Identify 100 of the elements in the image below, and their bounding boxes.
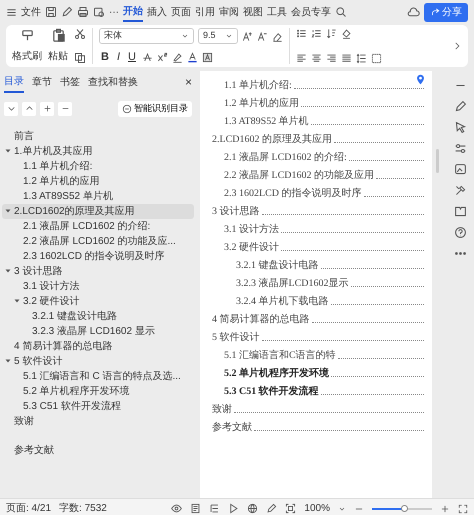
shading-icon[interactable] <box>202 52 213 62</box>
align-center-icon[interactable] <box>311 53 322 64</box>
outline-item[interactable]: 致谢 <box>2 414 194 428</box>
toc-entry[interactable]: 5.1 汇编语言和C语言的特 <box>224 348 336 362</box>
outline-item[interactable]: 1.单片机及其应用 <box>2 144 194 158</box>
numbered-list-icon[interactable] <box>311 28 322 39</box>
cursor-icon[interactable] <box>454 121 466 134</box>
location-pin-icon[interactable] <box>415 74 426 85</box>
line-spacing-icon[interactable] <box>356 53 367 64</box>
bullet-list-icon[interactable] <box>296 28 307 39</box>
expand-button[interactable] <box>22 102 36 116</box>
justify-icon[interactable] <box>341 53 352 64</box>
toc-entry[interactable]: 参考文献 <box>212 420 252 434</box>
remove-button[interactable] <box>58 102 72 116</box>
toc-entry[interactable]: 3 设计思路 <box>212 204 260 218</box>
ribbon-tab[interactable]: 插入 <box>147 4 167 20</box>
toc-entry[interactable]: 1.3 AT89S52 单片机 <box>224 114 309 128</box>
search-icon[interactable] <box>335 6 347 18</box>
tools-icon[interactable] <box>454 184 466 197</box>
globe-icon[interactable] <box>247 503 258 514</box>
eraser-icon[interactable] <box>272 30 283 42</box>
ribbon-tab[interactable]: 引用 <box>195 4 215 20</box>
outline-item[interactable]: 5.1 汇编语言和 C 语言的特点及选... <box>2 368 194 384</box>
pen-icon[interactable] <box>61 6 73 18</box>
font-size-field[interactable]: 9.5 <box>198 28 238 44</box>
toc-entry[interactable]: 3.2.3 液晶屏LCD1602显示 <box>236 276 348 290</box>
print-preview-icon[interactable] <box>93 6 105 18</box>
outline-item[interactable]: 3.2 硬件设计 <box>2 294 194 308</box>
border-icon[interactable] <box>371 53 382 64</box>
outline-item[interactable]: 前言 <box>2 128 194 144</box>
bold-button[interactable]: B <box>99 50 111 64</box>
outline-view-icon[interactable] <box>209 503 220 514</box>
collapse-button[interactable] <box>4 102 18 116</box>
ribbon-tab[interactable]: 视图 <box>243 4 263 20</box>
grow-font-icon[interactable] <box>242 30 253 42</box>
outline-item[interactable]: 2.1 液晶屏 LCD1602 的介绍: <box>2 218 194 234</box>
align-right-icon[interactable] <box>326 53 337 64</box>
cut-icon[interactable] <box>74 28 86 40</box>
smart-toc-button[interactable]: 智能识别目录 <box>118 101 192 116</box>
share-button[interactable]: 分享 <box>424 2 468 22</box>
fit-page-icon[interactable] <box>285 503 296 514</box>
fill-icon[interactable] <box>341 28 352 39</box>
cloud-icon[interactable] <box>407 6 420 18</box>
caret-icon[interactable] <box>4 207 12 215</box>
outline-item[interactable]: 参考文献 <box>2 442 194 458</box>
toc-entry[interactable]: 3.2.1 键盘设计电路 <box>236 258 318 272</box>
play-icon[interactable] <box>228 503 240 514</box>
align-left-icon[interactable] <box>296 53 307 64</box>
toc-entry[interactable]: 5.2 单片机程序开发环境 <box>224 366 329 380</box>
clipboard-icon[interactable] <box>50 28 66 43</box>
toc-entry[interactable]: 4 简易计算器的总电路 <box>212 312 310 326</box>
panel-tab[interactable]: 目录 <box>4 72 24 92</box>
toc-entry[interactable]: 2.2 液晶屏 LCD1602 的功能及应用 <box>224 168 374 182</box>
outline-item[interactable]: 5 软件设计 <box>2 354 194 368</box>
shrink-font-icon[interactable] <box>257 30 268 42</box>
underline-button[interactable]: U <box>126 50 138 64</box>
toc-entry[interactable]: 2.1 液晶屏 LCD1602 的介绍: <box>224 150 347 164</box>
toc-entry[interactable]: 3.2 硬件设计 <box>224 240 279 254</box>
zoom-level[interactable]: 100% <box>304 501 330 515</box>
outline-item[interactable]: 1.3 AT89S52 单片机 <box>2 188 194 204</box>
ribbon-tab[interactable]: 开始 <box>123 2 143 22</box>
panel-tab[interactable]: 查找和替换 <box>88 72 138 92</box>
ribbon-tab[interactable]: 工具 <box>267 4 287 20</box>
toc-entry[interactable]: 3.1 设计方法 <box>224 222 279 236</box>
strikethrough-icon[interactable] <box>142 52 153 62</box>
add-button[interactable] <box>40 102 54 116</box>
panel-tab[interactable]: 章节 <box>32 72 52 92</box>
outline-item[interactable]: 2.2 液晶屏 LCD1602 的功能及应... <box>2 234 194 248</box>
outline-item[interactable]: 2.LCD1602的原理及其应用 <box>2 204 194 218</box>
more-button[interactable]: ··· <box>109 4 119 20</box>
zoom-in-icon[interactable] <box>440 504 450 514</box>
panel-tab[interactable]: 书签 <box>60 72 80 92</box>
pen-icon[interactable] <box>266 503 278 514</box>
close-button[interactable]: × <box>184 71 192 93</box>
sort-icon[interactable] <box>326 28 337 39</box>
save-icon[interactable] <box>45 6 57 18</box>
toc-entry[interactable]: 2.3 1602LCD 的指令说明及时序 <box>224 186 362 200</box>
print-icon[interactable] <box>77 6 89 18</box>
page-view-icon[interactable] <box>190 503 202 514</box>
scrollbar-thumb[interactable] <box>436 149 438 173</box>
outline-item[interactable]: 3.1 设计方法 <box>2 278 194 294</box>
pen-icon[interactable] <box>454 100 466 113</box>
file-menu[interactable]: 文件 <box>21 4 41 20</box>
caret-icon[interactable] <box>13 297 21 305</box>
highlight-icon[interactable] <box>172 52 183 62</box>
outline-item[interactable]: 1.2 单片机的应用 <box>2 174 194 188</box>
outline-item[interactable]: 3.2.1 键盘设计电路 <box>2 308 194 324</box>
copy-icon[interactable] <box>74 52 86 64</box>
toc-entry[interactable]: 1.1 单片机介绍: <box>224 78 292 92</box>
eye-icon[interactable] <box>171 503 182 514</box>
format-painter-label[interactable]: 格式刷 <box>12 49 42 64</box>
toc-entry[interactable]: 5 软件设计 <box>212 330 260 344</box>
help-icon[interactable] <box>454 226 466 239</box>
toc-entry[interactable]: 5.3 C51 软件开发流程 <box>224 384 319 398</box>
font-field[interactable]: 宋体 <box>99 28 194 44</box>
outline-item[interactable]: 5.3 C51 软件开发流程 <box>2 398 194 414</box>
sliders-icon[interactable] <box>454 142 466 155</box>
toc-entry[interactable]: 3.2.4 单片机下载电路 <box>236 294 328 308</box>
italic-button[interactable]: I <box>114 50 122 64</box>
outline-item[interactable]: 3 设计思路 <box>2 264 194 278</box>
